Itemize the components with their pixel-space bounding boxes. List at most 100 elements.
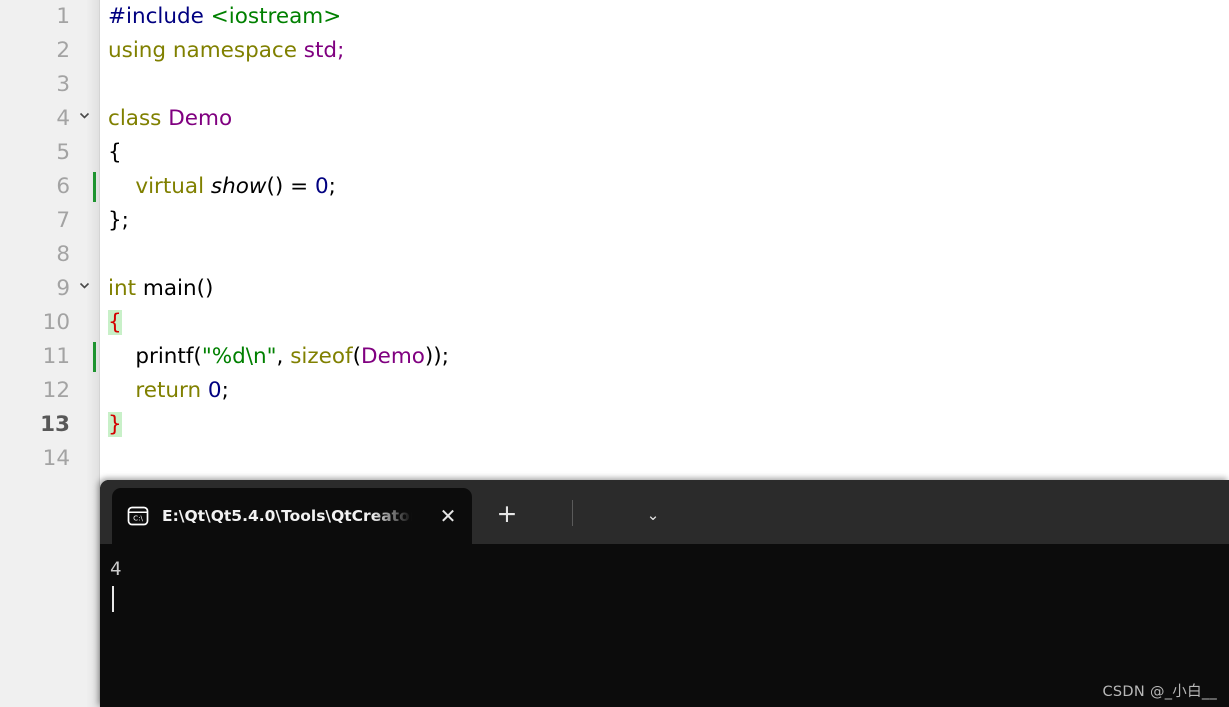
chevron-down-icon[interactable]: ⌄	[638, 502, 668, 528]
code-token: ;	[337, 38, 345, 63]
gutter-row: 7	[0, 204, 100, 238]
code-line[interactable]: #include <iostream>	[100, 0, 1229, 34]
code-token: ;	[328, 174, 336, 199]
code-text: #include <iostream>	[108, 0, 341, 34]
code-token: 0	[207, 378, 222, 403]
code-line[interactable]: virtual show() = 0;	[100, 170, 1229, 204]
watermark: CSDN @_小白__	[1102, 684, 1217, 700]
line-number: 5	[56, 140, 70, 165]
code-token: (	[352, 344, 362, 369]
code-text: int main()	[108, 272, 213, 306]
line-number: 7	[56, 208, 70, 233]
code-token: std	[303, 38, 338, 63]
code-token: class	[108, 106, 169, 131]
gutter-row: 14	[0, 442, 100, 476]
code-token: #include	[108, 4, 211, 29]
editor-gutter[interactable]: 1 2 3 4 5 6 7 8 9 10 11 12 13 14	[0, 0, 100, 707]
code-token: };	[108, 208, 129, 233]
code-token: }	[108, 412, 122, 437]
terminal-output-line: 4	[110, 558, 122, 580]
chevron-down-icon[interactable]	[76, 102, 92, 136]
code-text: }	[108, 408, 122, 442]
terminal-tab-title: E:\Qt\Qt5.4.0\Tools\QtCreator	[162, 507, 412, 525]
code-token: <iostream>	[210, 4, 342, 29]
code-token: virtual	[135, 174, 211, 199]
chevron-down-icon[interactable]	[76, 272, 92, 306]
line-number: 1	[56, 4, 70, 29]
line-number: 6	[56, 174, 70, 199]
code-token: {	[108, 310, 122, 335]
line-number: 14	[42, 446, 70, 471]
code-token: {	[108, 140, 122, 165]
gutter-row: 13	[0, 408, 100, 442]
code-token: sizeof	[290, 344, 353, 369]
line-number: 8	[56, 242, 70, 267]
new-terminal-button[interactable]: +	[492, 500, 522, 530]
app-root: 1 2 3 4 5 6 7 8 9 10 11 12 13 14 #include <iostream> u…	[0, 0, 1229, 707]
code-line[interactable]: return 0;	[100, 374, 1229, 408]
code-text: printf("%d\n", sizeof(Demo));	[108, 340, 449, 374]
code-text: {	[108, 136, 122, 170]
code-token: () =	[266, 174, 315, 199]
code-line[interactable]: class Demo	[100, 102, 1229, 136]
code-line[interactable]	[100, 442, 1229, 476]
code-text: using namespace std;	[108, 34, 344, 68]
terminal-tab-bar[interactable]: C:\ E:\Qt\Qt5.4.0\Tools\QtCreator ✕ + ⌄	[100, 480, 1229, 544]
code-line[interactable]: }	[100, 408, 1229, 442]
code-text: virtual show() = 0;	[108, 170, 336, 204]
code-token: ;	[221, 378, 229, 403]
code-line[interactable]: printf("%d\n", sizeof(Demo));	[100, 340, 1229, 374]
line-number: 11	[42, 344, 70, 369]
gutter-row: 1	[0, 0, 100, 34]
change-marker	[93, 342, 96, 372]
code-token: show	[210, 174, 267, 199]
terminal-tab[interactable]: C:\ E:\Qt\Qt5.4.0\Tools\QtCreator ✕	[112, 488, 472, 544]
code-line[interactable]: using namespace std;	[100, 34, 1229, 68]
code-line[interactable]	[100, 238, 1229, 272]
code-token: 0	[314, 174, 329, 199]
line-number: 2	[56, 38, 70, 63]
terminal-output[interactable]: 4 CSDN @_小白__	[100, 544, 1229, 707]
gutter-row: 4	[0, 102, 100, 136]
code-line[interactable]: int main()	[100, 272, 1229, 306]
code-text: class Demo	[108, 102, 232, 136]
line-number: 12	[42, 378, 70, 403]
code-token: ,	[276, 344, 291, 369]
svg-text:C:\: C:\	[133, 514, 143, 523]
line-number: 13	[40, 412, 70, 437]
code-line[interactable]	[100, 68, 1229, 102]
code-text: return 0;	[108, 374, 229, 408]
code-line[interactable]: {	[100, 136, 1229, 170]
code-token: ));	[424, 344, 449, 369]
gutter-row: 2	[0, 34, 100, 68]
code-token: Demo	[361, 344, 425, 369]
code-line[interactable]: };	[100, 204, 1229, 238]
code-token: "%d\n"	[201, 344, 277, 369]
gutter-row: 10	[0, 306, 100, 340]
code-token: int	[108, 276, 143, 301]
gutter-row: 6	[0, 170, 100, 204]
line-number: 4	[56, 106, 70, 131]
code-text: };	[108, 204, 129, 238]
line-number: 9	[56, 276, 70, 301]
line-number: 3	[56, 72, 70, 97]
gutter-row: 12	[0, 374, 100, 408]
code-token: main()	[142, 276, 214, 301]
code-text: {	[108, 306, 122, 340]
line-number: 10	[42, 310, 70, 335]
toolbar-divider	[572, 500, 573, 526]
terminal-panel[interactable]: C:\ E:\Qt\Qt5.4.0\Tools\QtCreator ✕ + ⌄ …	[100, 480, 1229, 707]
gutter-row: 11	[0, 340, 100, 374]
gutter-row: 3	[0, 68, 100, 102]
change-marker	[93, 172, 96, 202]
code-line[interactable]: {	[100, 306, 1229, 340]
console-icon: C:\	[126, 504, 150, 528]
gutter-row: 5	[0, 136, 100, 170]
code-token: printf(	[108, 344, 202, 369]
code-token: Demo	[168, 106, 233, 131]
terminal-cursor	[112, 586, 114, 612]
close-icon[interactable]: ✕	[434, 502, 462, 530]
gutter-row: 8	[0, 238, 100, 272]
